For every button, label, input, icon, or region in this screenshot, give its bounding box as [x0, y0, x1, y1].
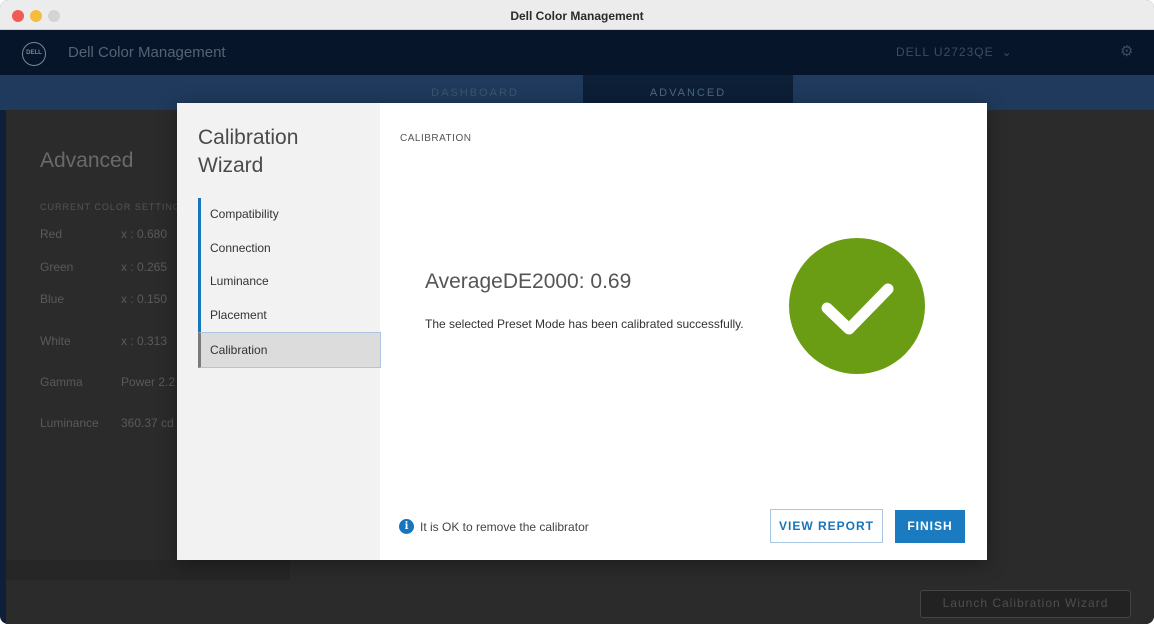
- info-icon: i: [399, 519, 414, 534]
- wizard-step-compatibility[interactable]: Compatibility: [198, 198, 381, 232]
- color-setting-label: White: [40, 334, 71, 348]
- view-report-button[interactable]: VIEW REPORT: [770, 509, 883, 543]
- color-setting-label: Blue: [40, 292, 65, 306]
- calibration-wizard-dialog: Calibration Wizard Compatibility Connect…: [177, 103, 987, 560]
- section-label: CALIBRATION: [400, 133, 472, 144]
- finish-button[interactable]: FINISH: [895, 510, 965, 543]
- title-bar: Dell Color Management: [0, 0, 1154, 30]
- color-setting-value: x : 0.150: [121, 292, 168, 306]
- color-setting-label: Red: [40, 227, 63, 241]
- color-setting-label: Green: [40, 260, 74, 274]
- color-setting-value: x : 0.265: [121, 260, 168, 274]
- color-setting-label: Luminance: [40, 416, 99, 430]
- monitor-select-label: DELL U2723QE: [896, 45, 994, 59]
- page-title: Advanced: [40, 149, 134, 172]
- success-check-icon: [789, 238, 925, 374]
- result-message: The selected Preset Mode has been calibr…: [425, 317, 744, 331]
- color-setting-value: x : 0.313: [121, 334, 168, 348]
- info-message: It is OK to remove the calibrator: [420, 520, 589, 534]
- chevron-down-icon: ⌄: [1001, 45, 1013, 59]
- color-setting-value: 360.37 cd: [121, 416, 174, 430]
- launch-calibration-wizard-button[interactable]: Launch Calibration Wizard: [920, 590, 1131, 618]
- gear-icon[interactable]: ⚙: [1120, 44, 1136, 60]
- wizard-step-calibration[interactable]: Calibration: [198, 332, 381, 369]
- dell-logo: DELL: [22, 42, 46, 66]
- wizard-steps: Compatibility Connection Luminance Place…: [198, 198, 381, 369]
- app-name: Dell Color Management: [68, 44, 226, 61]
- wizard-step-luminance[interactable]: Luminance: [198, 265, 381, 299]
- result-title: AverageDE2000: 0.69: [425, 270, 632, 293]
- settings-card-bottom: [6, 560, 290, 580]
- color-setting-value: Power 2.2: [121, 375, 176, 389]
- wizard-step-connection[interactable]: Connection: [198, 231, 381, 266]
- checkmark-icon: [821, 283, 894, 335]
- monitor-select[interactable]: DELL U2723QE ⌄: [896, 45, 1013, 59]
- color-setting-label: Gamma: [40, 375, 83, 389]
- wizard-sidebar: Calibration Wizard Compatibility Connect…: [177, 103, 381, 560]
- wizard-step-placement[interactable]: Placement: [198, 298, 381, 333]
- app-header: DELL Dell Color Management DELL U2723QE ⌄…: [0, 30, 1154, 75]
- color-settings-heading: CURRENT COLOR SETTINGS: [40, 202, 188, 212]
- wizard-title: Calibration Wizard: [198, 126, 299, 177]
- color-setting-value: x : 0.680: [121, 227, 168, 241]
- app-window: Dell Color Management DELL Dell Color Ma…: [0, 0, 1154, 624]
- window-title: Dell Color Management: [510, 9, 644, 23]
